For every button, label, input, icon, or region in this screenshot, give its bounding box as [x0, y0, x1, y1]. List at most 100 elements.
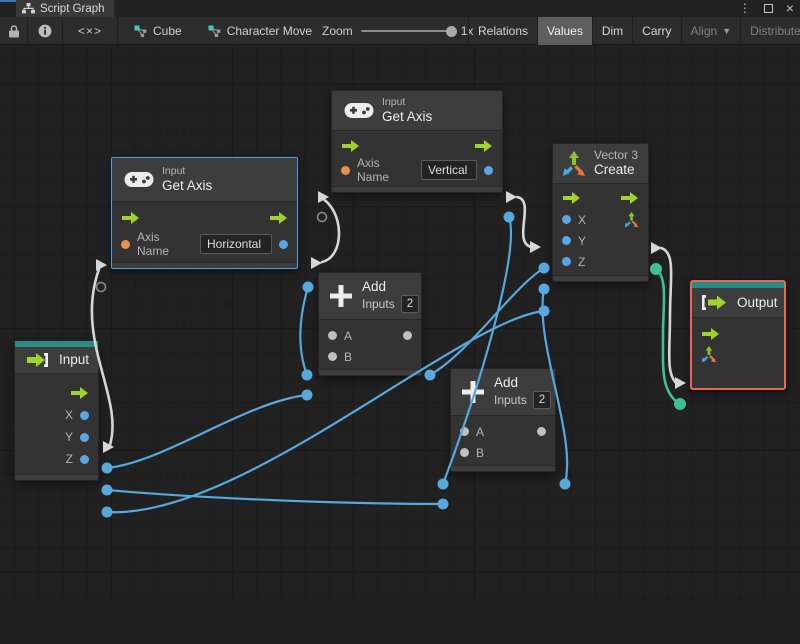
maximize-icon[interactable]: [763, 4, 773, 13]
flow-out-arrow-icon[interactable]: [269, 212, 288, 224]
graph-icon: [22, 3, 35, 14]
port-value-out[interactable]: [279, 239, 288, 249]
flow-port-out[interactable]: [506, 191, 517, 203]
port-dot[interactable]: [538, 283, 550, 295]
port-dot[interactable]: [503, 211, 515, 223]
more-menu-icon[interactable]: ⋮: [739, 0, 751, 17]
flow-port-out[interactable]: [311, 257, 322, 269]
flow-port-in[interactable]: [318, 191, 329, 203]
inputs-label: Inputs: [494, 393, 527, 407]
flow-port-in[interactable]: [675, 377, 686, 389]
axis-name-field[interactable]: [421, 160, 477, 180]
port-dot[interactable]: [301, 389, 313, 401]
port-axis-name-in[interactable]: [341, 165, 350, 175]
dim-button[interactable]: Dim: [591, 17, 632, 45]
zoom-label: Zoom: [322, 24, 353, 38]
breadcrumb-cube[interactable]: Cube: [134, 24, 182, 38]
flow-port-in[interactable]: [96, 259, 107, 271]
flow-in-arrow-icon[interactable]: [562, 192, 581, 204]
axis-name-field[interactable]: [200, 234, 272, 254]
node-vector3-create[interactable]: Vector 3 Create X Y Z: [552, 143, 649, 282]
node-add-1[interactable]: Add Inputs 2 A B: [318, 272, 422, 376]
tab-script-graph[interactable]: Script Graph: [16, 0, 114, 17]
vector3-in-icon[interactable]: [701, 346, 717, 363]
port-dot[interactable]: [674, 398, 686, 410]
tab-label: Script Graph: [40, 2, 105, 15]
flow-out-arrow-icon[interactable]: [70, 387, 89, 399]
port-y-out[interactable]: [80, 432, 89, 442]
node-footer: [332, 186, 502, 192]
port-dot[interactable]: [538, 262, 550, 274]
node-input-unit[interactable]: Input X Y Z: [14, 340, 99, 481]
gamepad-icon: [344, 102, 374, 118]
flow-port-out[interactable]: [103, 441, 114, 453]
port-dot[interactable]: [302, 281, 314, 293]
port-z-out[interactable]: [80, 454, 89, 464]
port-a-in[interactable]: [460, 427, 469, 436]
node-get-axis-horizontal[interactable]: Input Get Axis Axis Name: [111, 157, 298, 269]
port-sum-out[interactable]: [537, 427, 546, 436]
port-dot[interactable]: [437, 498, 449, 510]
node-output-unit[interactable]: Output: [690, 280, 786, 390]
wire-input-y-to-add2-b: [105, 488, 445, 506]
breadcrumb-label: Character Move: [226, 24, 313, 38]
node-subtitle: Input: [382, 96, 406, 108]
wire-vector3-value-to-output: [654, 267, 680, 405]
port-unconnected[interactable]: [316, 211, 328, 223]
port-sum-out[interactable]: [403, 331, 412, 340]
values-button[interactable]: Values: [537, 17, 592, 45]
port-z-in[interactable]: [562, 257, 571, 266]
port-dot[interactable]: [101, 484, 113, 496]
align-dropdown[interactable]: Align ▼: [680, 17, 741, 45]
port-dot[interactable]: [101, 462, 113, 474]
port-dot[interactable]: [437, 478, 449, 490]
port-x-out[interactable]: [80, 410, 89, 420]
port-dot[interactable]: [301, 369, 313, 381]
port-label: Y: [578, 233, 587, 248]
port-dot[interactable]: [559, 478, 571, 490]
output-unit-icon: [702, 295, 726, 310]
zoom-slider[interactable]: [360, 25, 457, 37]
port-a-in[interactable]: [328, 331, 337, 340]
code-bracket-button[interactable]: <×>: [63, 17, 118, 45]
flow-out-arrow-icon[interactable]: [474, 139, 493, 152]
flow-port-out[interactable]: [651, 242, 662, 254]
node-footer: [451, 465, 555, 471]
distribute-dropdown[interactable]: Distribute▼: [740, 17, 800, 45]
lock-button[interactable]: [0, 17, 28, 45]
vector3-icon: [563, 150, 585, 176]
inputs-count-field[interactable]: 2: [532, 391, 552, 409]
flow-out-arrow-icon[interactable]: [620, 192, 639, 204]
node-add-2[interactable]: Add Inputs 2 A B: [450, 368, 556, 472]
port-dot[interactable]: [538, 305, 550, 317]
port-label: Axis Name: [137, 230, 170, 258]
zoom-slider-knob[interactable]: [445, 25, 457, 37]
port-x-in[interactable]: [562, 215, 571, 224]
port-value-out[interactable]: [484, 165, 493, 175]
flow-in-arrow-icon[interactable]: [701, 327, 720, 340]
port-axis-name-in[interactable]: [121, 239, 130, 249]
vector3-out-icon[interactable]: [624, 211, 639, 228]
flow-in-arrow-icon[interactable]: [341, 139, 360, 152]
close-icon[interactable]: ×: [786, 0, 794, 17]
node-get-axis-vertical[interactable]: Input Get Axis Axis Name: [331, 90, 503, 193]
carry-button[interactable]: Carry: [632, 17, 680, 45]
port-label: A: [476, 424, 485, 439]
graph-canvas[interactable]: Input X Y Z Input Get Axis Axis Name Hor…: [0, 45, 800, 599]
info-button[interactable]: [28, 17, 63, 45]
flow-in-arrow-icon[interactable]: [121, 212, 140, 224]
port-dot[interactable]: [650, 263, 662, 275]
breadcrumb-character-move[interactable]: Character Move: [208, 24, 312, 38]
port-unconnected[interactable]: [95, 281, 107, 293]
port-dot[interactable]: [424, 369, 436, 381]
relations-button[interactable]: Relations: [468, 17, 537, 45]
node-footer: [112, 262, 297, 268]
port-b-in[interactable]: [328, 352, 337, 361]
port-dot[interactable]: [101, 506, 113, 518]
wire-input-x-to-add1-b: [105, 393, 309, 470]
flow-port-in[interactable]: [530, 241, 541, 253]
port-b-in[interactable]: [460, 448, 469, 457]
inputs-count-field[interactable]: 2: [400, 295, 420, 313]
vector-port-dots: [650, 263, 686, 410]
port-y-in[interactable]: [562, 236, 571, 245]
